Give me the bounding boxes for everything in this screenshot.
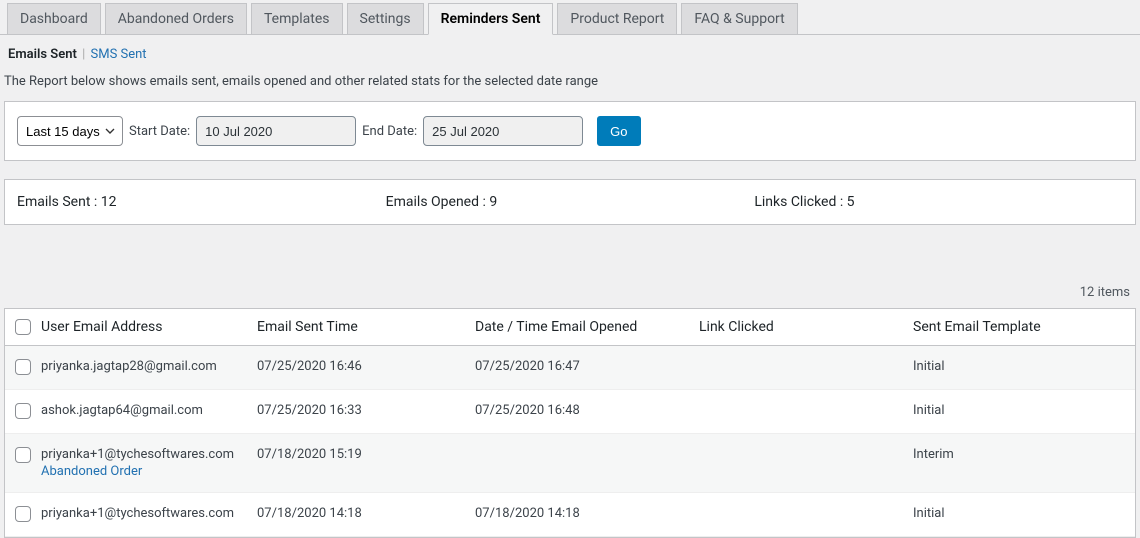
sub-tabs: Emails Sent | SMS Sent	[0, 35, 1140, 70]
main-tabs: DashboardAbandoned OrdersTemplatesSettin…	[0, 0, 1140, 35]
cell-opened: 07/18/2020 14:18	[475, 506, 699, 521]
cell-opened: 07/25/2020 16:47	[475, 359, 699, 374]
end-date-input[interactable]	[423, 116, 583, 146]
cell-sent: 07/18/2020 14:18	[257, 506, 475, 521]
cell-email: priyanka.jagtap28@gmail.com	[37, 359, 257, 374]
cell-template: Initial	[913, 403, 1135, 418]
cell-template: Initial	[913, 359, 1135, 374]
cell-template: Initial	[913, 506, 1135, 521]
filter-panel: Last 15 days Start Date: End Date: Go	[4, 101, 1136, 161]
row-checkbox[interactable]	[15, 506, 31, 522]
start-date-input[interactable]	[196, 116, 356, 146]
abandoned-order-link[interactable]: Abandoned Order	[41, 464, 257, 479]
table-row: ashok.jagtap64@gmail.com07/25/2020 16:33…	[5, 390, 1135, 434]
subtab-separator: |	[82, 47, 85, 62]
col-header-template[interactable]: Sent Email Template	[913, 319, 1135, 335]
cell-email: priyanka+1@tychesoftwares.com	[37, 506, 257, 521]
row-checkbox[interactable]	[15, 403, 31, 419]
tab-reminders-sent[interactable]: Reminders Sent	[428, 3, 554, 35]
date-range-select[interactable]: Last 15 days	[17, 116, 123, 146]
col-header-sent[interactable]: Email Sent Time	[257, 319, 475, 335]
cell-email: ashok.jagtap64@gmail.com	[37, 403, 257, 418]
tab-dashboard[interactable]: Dashboard	[7, 3, 101, 34]
report-description: The Report below shows emails sent, emai…	[0, 70, 1140, 101]
cell-sent: 07/25/2020 16:33	[257, 403, 475, 418]
select-all-checkbox[interactable]	[15, 319, 31, 335]
start-date-label: Start Date:	[129, 124, 190, 139]
cell-email: priyanka+1@tychesoftwares.comAbandoned O…	[37, 447, 257, 479]
cell-sent: 07/25/2020 16:46	[257, 359, 475, 374]
cell-template: Interim	[913, 447, 1135, 462]
end-date-label: End Date:	[362, 124, 417, 139]
subtab-emails-sent[interactable]: Emails Sent	[8, 47, 77, 62]
tab-abandoned-orders[interactable]: Abandoned Orders	[105, 3, 247, 34]
col-header-link[interactable]: Link Clicked	[699, 319, 913, 335]
subtab-sms-sent[interactable]: SMS Sent	[91, 47, 147, 62]
col-header-opened[interactable]: Date / Time Email Opened	[475, 319, 699, 335]
col-header-email[interactable]: User Email Address	[37, 319, 257, 335]
emails-sent-stat: Emails Sent : 12	[17, 194, 386, 210]
table-header: User Email Address Email Sent Time Date …	[5, 309, 1135, 346]
links-clicked-stat: Links Clicked : 5	[754, 194, 1123, 210]
row-checkbox[interactable]	[15, 447, 31, 463]
tab-settings[interactable]: Settings	[347, 3, 424, 34]
go-button[interactable]: Go	[597, 116, 640, 146]
stats-panel: Emails Sent : 12 Emails Opened : 9 Links…	[4, 179, 1136, 225]
tab-faq-support[interactable]: FAQ & Support	[681, 3, 797, 34]
table-row: priyanka+1@tychesoftwares.com07/18/2020 …	[5, 493, 1135, 537]
row-checkbox[interactable]	[15, 359, 31, 375]
tab-templates[interactable]: Templates	[251, 3, 343, 34]
cell-sent: 07/18/2020 15:19	[257, 447, 475, 462]
tab-product-report[interactable]: Product Report	[557, 3, 677, 34]
table-row: priyanka+1@tychesoftwares.comAbandoned O…	[5, 434, 1135, 493]
cell-opened: 07/25/2020 16:48	[475, 403, 699, 418]
table-row: priyanka.jagtap28@gmail.com07/25/2020 16…	[5, 346, 1135, 390]
emails-table: User Email Address Email Sent Time Date …	[4, 308, 1136, 538]
emails-opened-stat: Emails Opened : 9	[386, 194, 755, 210]
items-count: 12 items	[0, 225, 1140, 308]
